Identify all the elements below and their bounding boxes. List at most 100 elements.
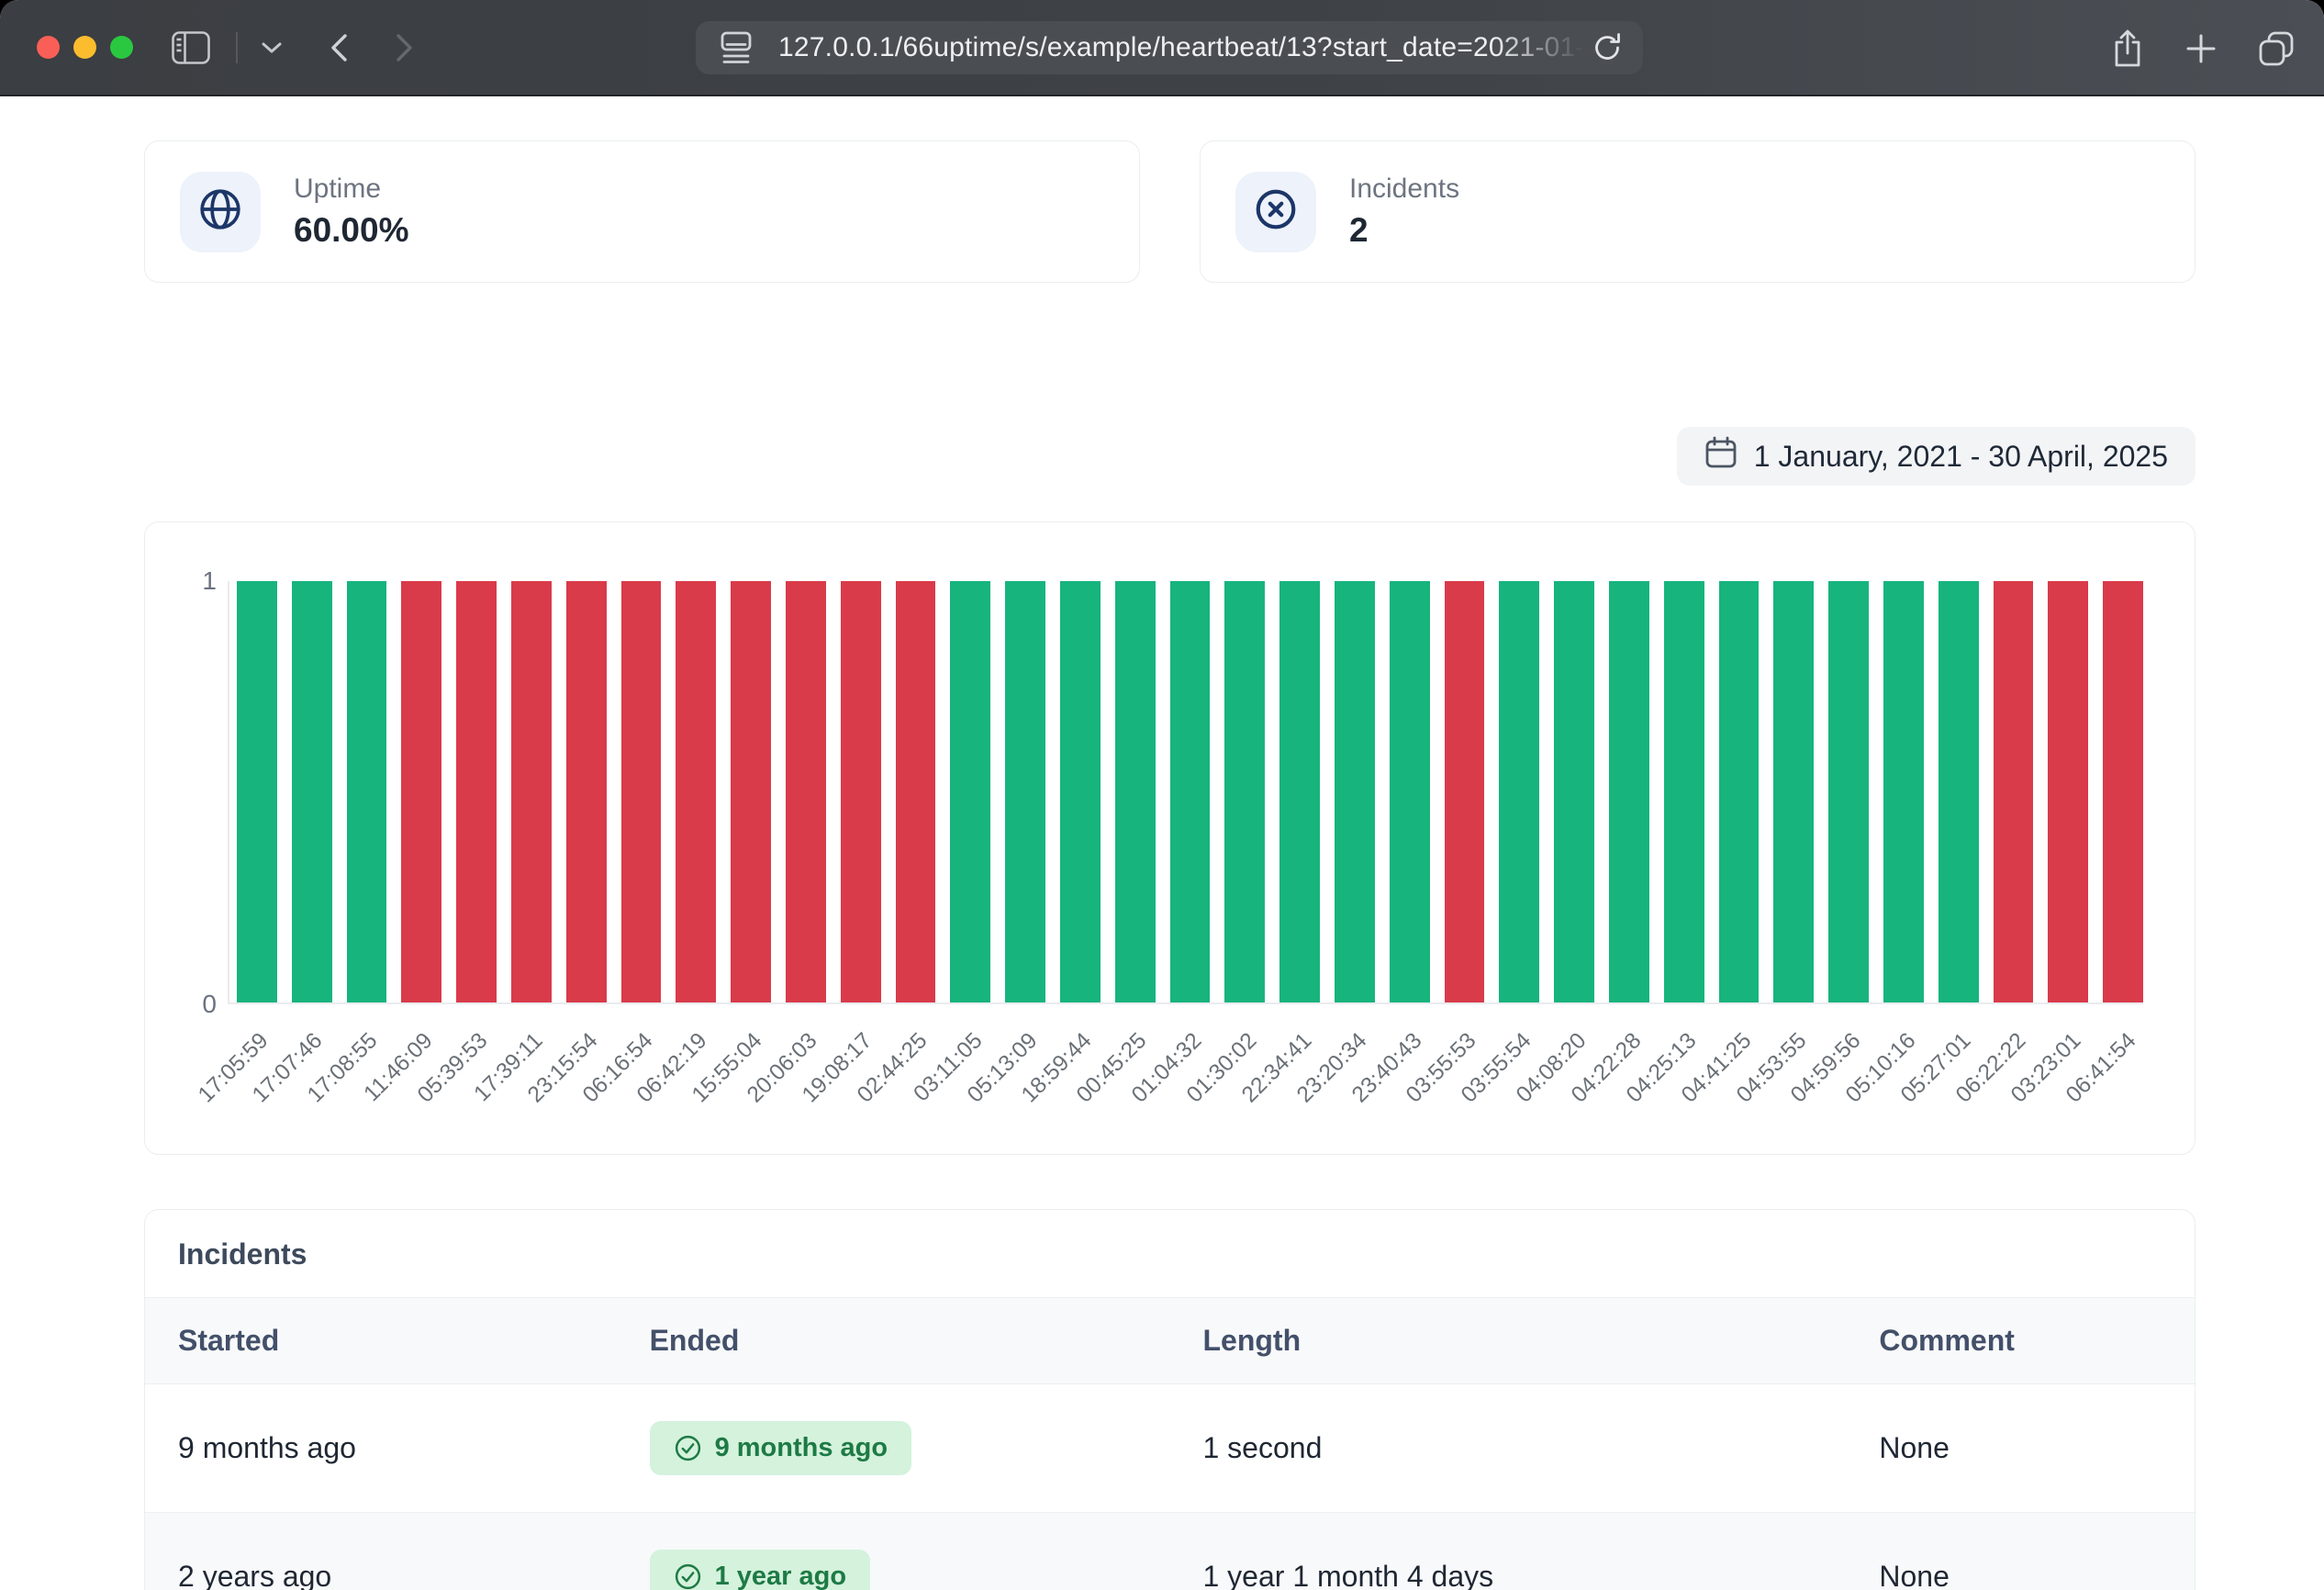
heartbeat-bar-up[interactable] — [1554, 581, 1594, 1002]
incidents-table: Started Ended Length Comment 9 months ag… — [145, 1297, 2195, 1590]
heartbeat-bar-down[interactable] — [676, 581, 716, 1002]
column-header-started: Started — [145, 1298, 617, 1384]
column-header-comment: Comment — [1846, 1298, 2195, 1384]
heartbeat-bar-down[interactable] — [786, 581, 826, 1002]
heartbeat-bar-up[interactable] — [1060, 581, 1101, 1002]
minimize-window-button[interactable] — [73, 36, 96, 59]
incidents-rows: 9 months ago9 months ago1 secondNone2 ye… — [145, 1384, 2195, 1590]
globe-icon — [197, 186, 243, 237]
heartbeat-bar-up[interactable] — [1224, 581, 1265, 1002]
length-cell: 1 second — [1169, 1384, 1846, 1513]
browser-toolbar: 127.0.0.1/66uptime/s/example/heartbeat/1… — [0, 0, 2324, 96]
ended-cell: 9 months ago — [617, 1384, 1170, 1513]
site-settings-icon[interactable] — [720, 30, 753, 65]
zoom-window-button[interactable] — [110, 36, 133, 59]
uptime-icon-box — [180, 172, 261, 252]
reload-icon[interactable] — [1592, 32, 1623, 63]
comment-cell: None — [1846, 1384, 2195, 1513]
x-circle-icon — [1253, 186, 1299, 237]
heartbeat-bar-down[interactable] — [896, 581, 936, 1002]
heartbeat-bar-down[interactable] — [1445, 581, 1485, 1002]
ended-badge: 9 months ago — [650, 1421, 912, 1475]
ended-cell: 1 year ago — [617, 1513, 1170, 1590]
heartbeat-bar-down[interactable] — [2103, 581, 2143, 1002]
heartbeat-bar-up[interactable] — [1828, 581, 1869, 1002]
chart-x-labels: 17:05:5917:07:4617:08:5511:46:0905:39:53… — [235, 1017, 2143, 1137]
ended-badge-label: 9 months ago — [715, 1433, 888, 1463]
heartbeat-bar-down[interactable] — [511, 581, 552, 1002]
y-axis-tick-max: 1 — [171, 568, 217, 594]
heartbeat-bar-down[interactable] — [1994, 581, 2034, 1002]
heartbeat-bar-down[interactable] — [841, 581, 881, 1002]
new-tab-icon[interactable] — [2184, 32, 2218, 65]
incidents-label: Incidents — [1349, 174, 1459, 205]
address-bar[interactable]: 127.0.0.1/66uptime/s/example/heartbeat/1… — [696, 21, 1643, 74]
incidents-value: 2 — [1349, 211, 1459, 250]
heartbeat-bar-up[interactable] — [1939, 581, 1979, 1002]
window-controls — [0, 36, 133, 59]
incidents-table-title: Incidents — [145, 1210, 2195, 1297]
check-circle-icon — [674, 1434, 702, 1462]
page-body: Uptime 60.00% Incidents 2 — [0, 96, 2324, 1588]
heartbeat-bar-up[interactable] — [237, 581, 277, 1002]
heartbeat-bar-up[interactable] — [1499, 581, 1539, 1002]
heartbeat-bar-up[interactable] — [1335, 581, 1375, 1002]
incidents-table-card: Incidents Started Ended Length Comment 9… — [144, 1209, 2196, 1590]
heartbeat-bar-down[interactable] — [731, 581, 771, 1002]
heartbeat-bar-up[interactable] — [1664, 581, 1704, 1002]
x-axis-label-cell: 06:41:54 — [2103, 1017, 2143, 1137]
heartbeat-bar-down[interactable] — [566, 581, 607, 1002]
heartbeat-bar-up[interactable] — [1170, 581, 1211, 1002]
toolbar-divider — [236, 32, 238, 63]
heartbeat-bar-up[interactable] — [1609, 581, 1649, 1002]
ended-badge-label: 1 year ago — [715, 1562, 846, 1590]
heartbeat-bar-up[interactable] — [1115, 581, 1156, 1002]
forward-button[interactable] — [396, 33, 414, 62]
back-button[interactable] — [330, 33, 348, 62]
chart-plot-area — [228, 581, 2143, 1004]
chart-bars — [237, 581, 2143, 1002]
heartbeat-bar-up[interactable] — [1005, 581, 1045, 1002]
heartbeat-bar-up[interactable] — [1719, 581, 1760, 1002]
tab-overview-icon[interactable] — [2258, 30, 2295, 67]
heartbeat-bar-up[interactable] — [1390, 581, 1430, 1002]
heartbeat-bar-up[interactable] — [950, 581, 990, 1002]
share-icon[interactable] — [2111, 28, 2144, 69]
heartbeat-chart-card: 1 0 17:05:5917:07:4617:08:5511:46:0905:3… — [144, 521, 2196, 1155]
comment-cell: None — [1846, 1513, 2195, 1590]
sidebar-toggle-icon[interactable] — [172, 31, 210, 64]
heartbeat-bar-up[interactable] — [347, 581, 387, 1002]
heartbeat-bar-down[interactable] — [621, 581, 662, 1002]
heartbeat-bar-up[interactable] — [1883, 581, 1924, 1002]
check-circle-icon — [674, 1562, 702, 1590]
column-header-ended: Ended — [617, 1298, 1170, 1384]
chevron-down-icon[interactable] — [262, 41, 282, 54]
heartbeat-bar-up[interactable] — [1279, 581, 1320, 1002]
y-axis-tick-min: 0 — [171, 991, 217, 1017]
date-range-label: 1 January, 2021 - 30 April, 2025 — [1754, 440, 2168, 474]
heartbeat-bar-down[interactable] — [401, 581, 441, 1002]
calendar-icon — [1704, 435, 1737, 477]
stats-row: Uptime 60.00% Incidents 2 — [144, 140, 2196, 283]
heartbeat-bar-up[interactable] — [1773, 581, 1814, 1002]
url-text: 127.0.0.1/66uptime/s/example/heartbeat/1… — [778, 32, 1592, 63]
column-header-length: Length — [1169, 1298, 1846, 1384]
close-window-button[interactable] — [37, 36, 60, 59]
length-cell: 1 year 1 month 4 days — [1169, 1513, 1846, 1590]
date-range-row: 1 January, 2021 - 30 April, 2025 — [144, 427, 2196, 486]
heartbeat-bar-down[interactable] — [2048, 581, 2088, 1002]
started-cell: 9 months ago — [145, 1384, 617, 1513]
date-range-button[interactable]: 1 January, 2021 - 30 April, 2025 — [1677, 427, 2196, 486]
uptime-value: 60.00% — [294, 211, 409, 250]
table-row: 9 months ago 9 months ago 1 secondNone — [145, 1384, 2195, 1513]
heartbeat-bar-down[interactable] — [456, 581, 497, 1002]
uptime-label: Uptime — [294, 174, 409, 205]
incidents-icon-box — [1235, 172, 1316, 252]
incidents-card: Incidents 2 — [1200, 140, 2196, 283]
ended-badge: 1 year ago — [650, 1550, 870, 1590]
browser-window: 127.0.0.1/66uptime/s/example/heartbeat/1… — [0, 0, 2324, 1590]
started-cell: 2 years ago — [145, 1513, 617, 1590]
table-row: 2 years ago 1 year ago 1 year 1 month 4 da… — [145, 1513, 2195, 1590]
table-header-row: Started Ended Length Comment — [145, 1298, 2195, 1384]
heartbeat-bar-up[interactable] — [292, 581, 332, 1002]
